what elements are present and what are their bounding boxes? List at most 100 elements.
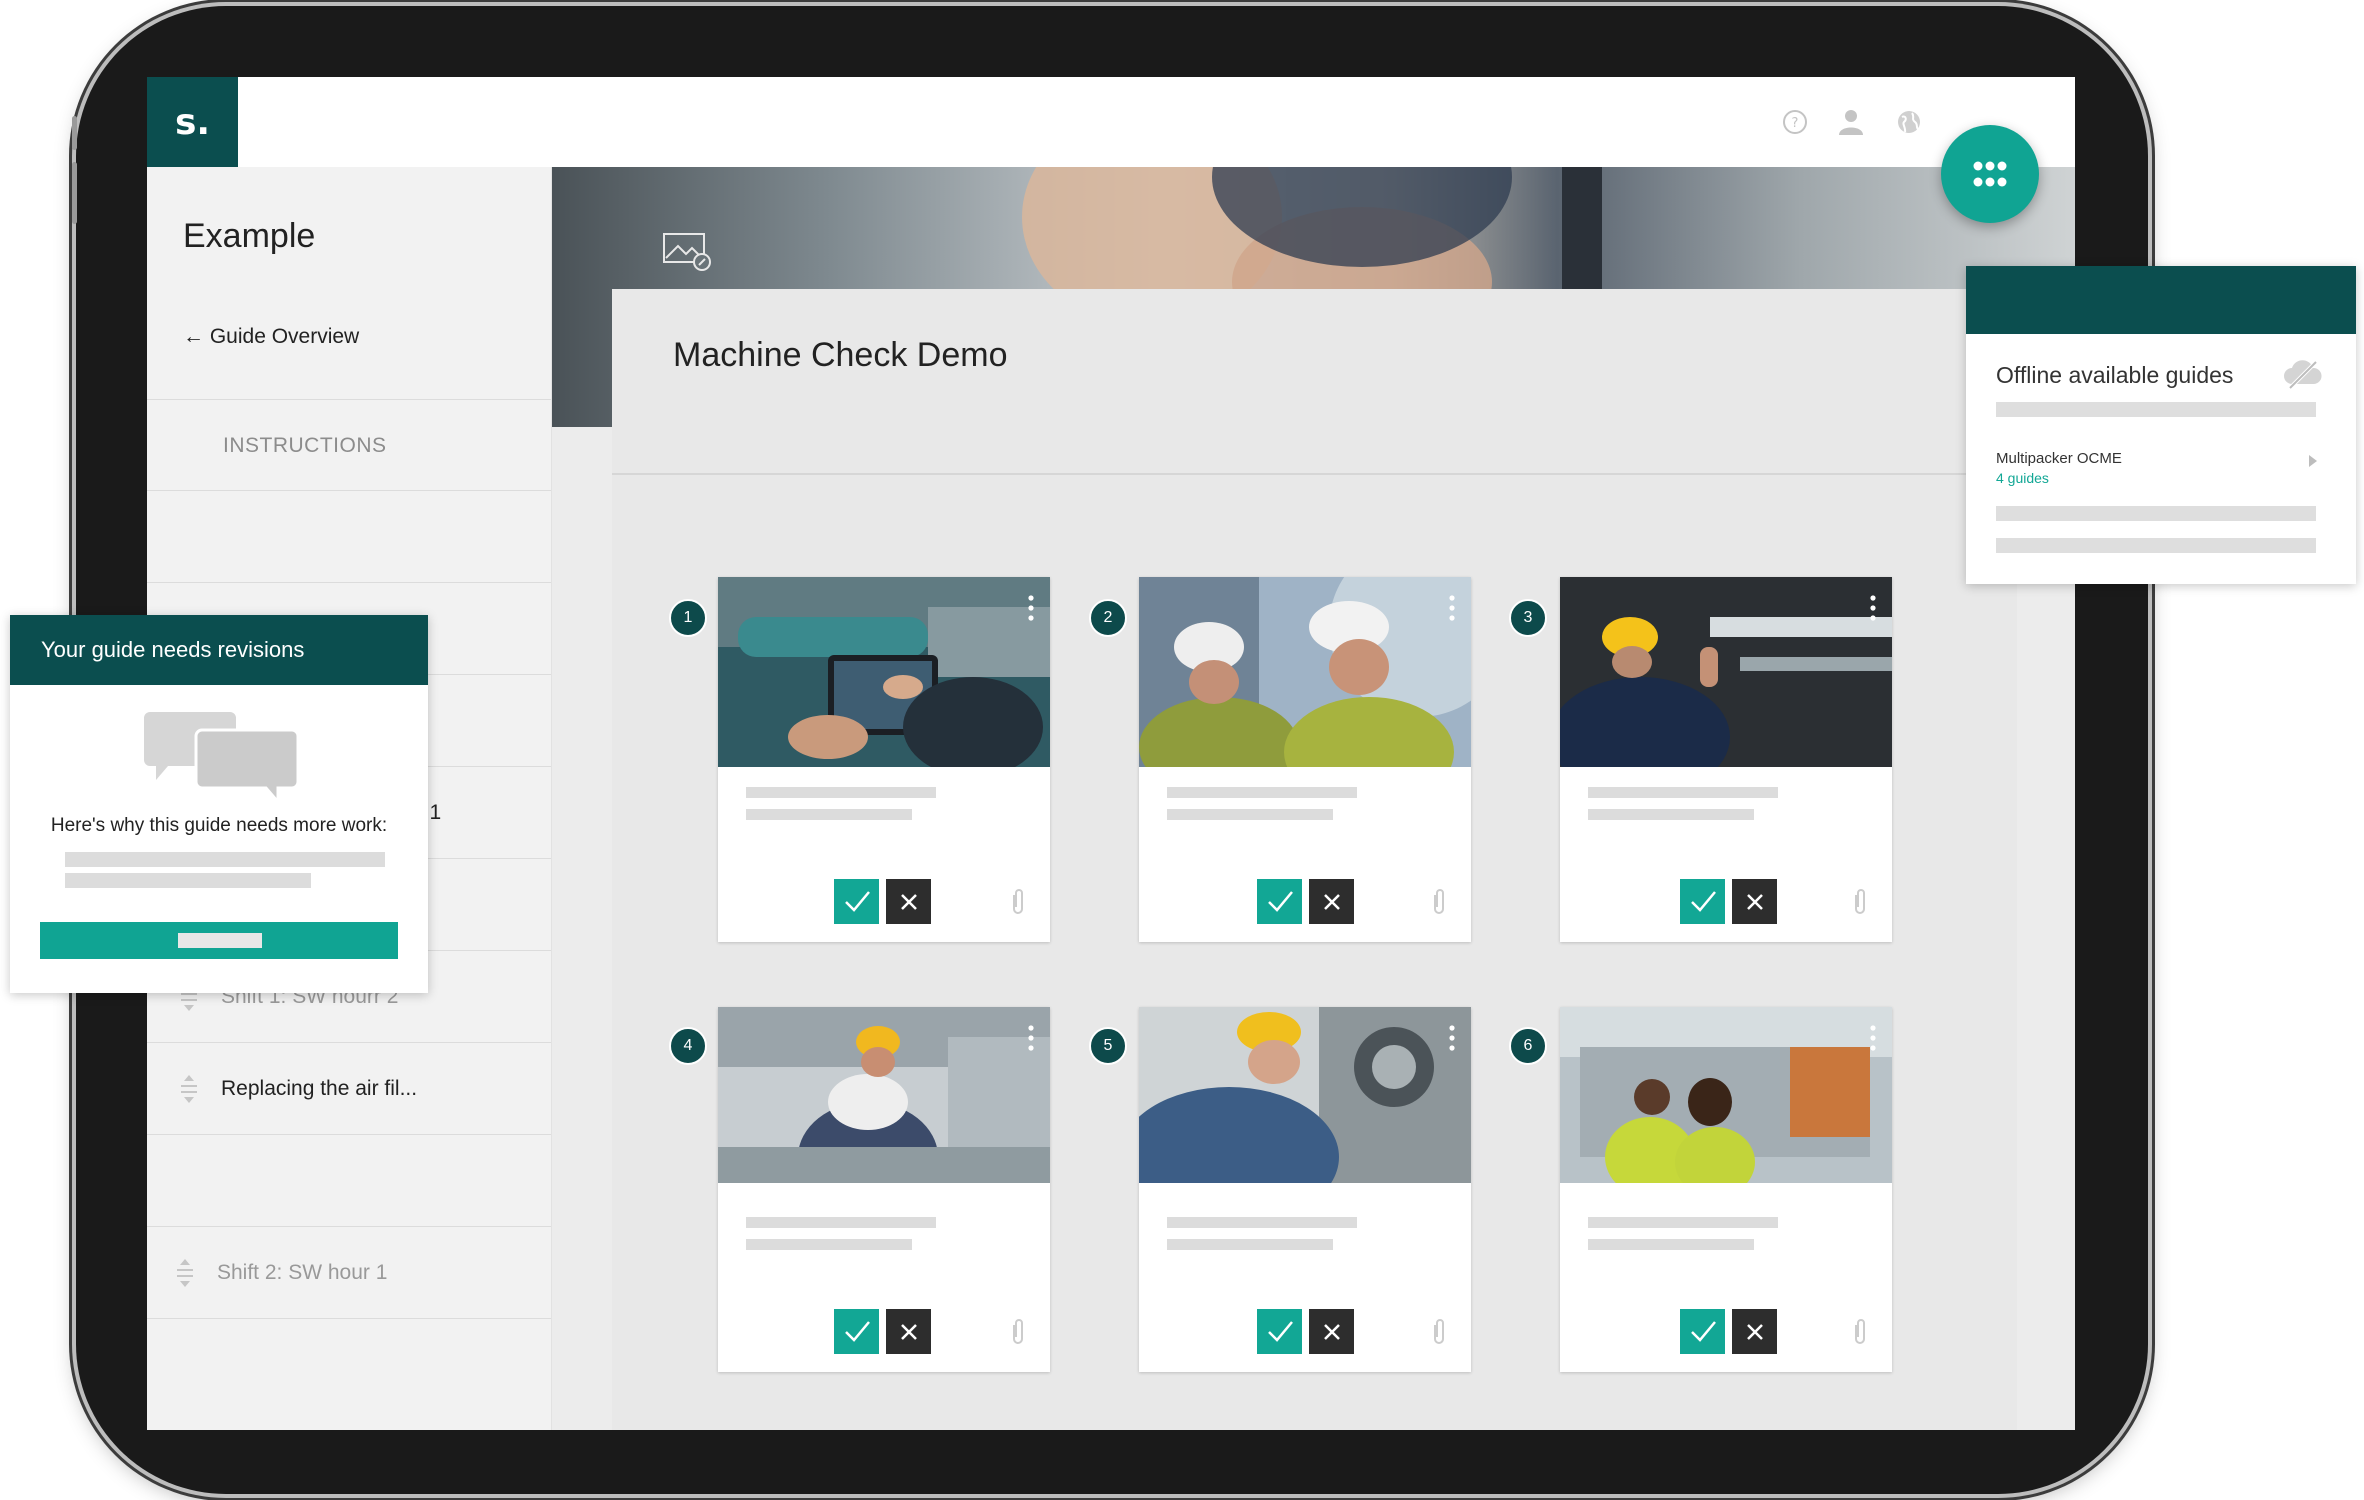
close-icon [1323,893,1340,910]
step-card[interactable] [718,1007,1050,1372]
reject-button[interactable] [1309,1309,1354,1354]
sidebar-item-label: Shift 2: SW hour 1 [217,1261,388,1284]
step-card[interactable] [1560,577,1892,942]
close-icon [900,893,917,910]
apps-grid-icon [1973,161,2007,187]
check-icon [844,1320,870,1342]
sidebar-item[interactable] [147,491,551,583]
check-icon [844,890,870,912]
step-card[interactable] [1560,1007,1892,1372]
placeholder-line [1588,787,1778,798]
placeholder-line [1588,1217,1778,1228]
paperclip-icon[interactable] [1852,1317,1868,1347]
step-number-badge: 1 [669,599,707,637]
close-icon [900,1323,917,1340]
sidebar-item-replacing-air-filter[interactable]: Replacing the air fil... [147,1043,551,1135]
step-card[interactable] [1139,1007,1471,1372]
app-logo[interactable]: s. [147,77,238,167]
panel-title: Your guide needs revisions [41,637,305,662]
offline-guide-name[interactable]: Multipacker OCME [1996,450,2122,467]
placeholder-line [65,873,311,888]
step-photo [1139,577,1471,767]
reject-button[interactable] [886,879,931,924]
step-number-badge: 5 [1089,1027,1127,1065]
reject-button[interactable] [1309,879,1354,924]
approve-button[interactable] [1257,1309,1302,1354]
reject-button[interactable] [1732,1309,1777,1354]
kebab-menu-icon[interactable] [1870,1025,1876,1051]
sidebar-title: Example [183,217,316,255]
globe-icon[interactable] [1893,106,1925,138]
revision-message: Here's why this guide needs more work: [50,815,388,836]
placeholder-line [1167,809,1333,820]
apps-menu-button[interactable] [1941,125,2039,223]
kebab-menu-icon[interactable] [1449,595,1455,621]
section-heading: INSTRUCTIONS [223,434,387,457]
paperclip-icon[interactable] [1431,1317,1447,1347]
step-photo [718,1007,1050,1183]
top-bar: s. ? [147,77,2075,167]
check-icon [1267,890,1293,912]
step-number-badge: 2 [1089,599,1127,637]
placeholder-line [1996,538,2316,553]
placeholder-line [1167,1217,1357,1228]
help-icon[interactable]: ? [1779,106,1811,138]
step-number-badge: 3 [1509,599,1547,637]
revision-action-button[interactable] [40,922,398,959]
approve-button[interactable] [1257,879,1302,924]
check-icon [1690,1320,1716,1342]
placeholder-line [1588,809,1754,820]
kebab-menu-icon[interactable] [1028,595,1034,621]
kebab-menu-icon[interactable] [1028,1025,1034,1051]
sidebar-item[interactable] [147,1135,551,1227]
approve-button[interactable] [1680,1309,1725,1354]
step-photo [1560,1007,1892,1183]
chevron-right-icon[interactable] [2308,454,2318,468]
user-icon[interactable] [1835,106,1867,138]
check-icon [1267,1320,1293,1342]
paperclip-icon[interactable] [1431,887,1447,917]
step-photo [718,577,1050,767]
step-number-badge: 4 [669,1027,707,1065]
step-card[interactable] [1139,577,1471,942]
revision-notice-panel: Your guide needs revisions Here's why th… [10,615,428,993]
kebab-menu-icon[interactable] [1870,595,1876,621]
guide-content: Machine Check Demo 1 2 3 4 5 6 [612,289,2017,1430]
step-number-badge: 6 [1509,1027,1547,1065]
placeholder-line [1167,1239,1333,1250]
approve-button[interactable] [834,1309,879,1354]
paperclip-icon[interactable] [1010,887,1026,917]
cloud-offline-icon [2284,360,2322,390]
button-label-placeholder [178,933,262,948]
placeholder-line [1167,787,1357,798]
step-card[interactable] [718,577,1050,942]
approve-button[interactable] [834,879,879,924]
divider [612,473,2017,475]
sidebar-item-shift2-sw-hour1[interactable]: Shift 2: SW hour 1 [147,1227,551,1319]
reject-button[interactable] [1732,879,1777,924]
image-edit-icon[interactable] [662,232,714,272]
panel-title: Offline available guides [1996,362,2234,388]
placeholder-line [746,1239,912,1250]
placeholder-line [1996,506,2316,521]
step-photo [1560,577,1892,767]
approve-button[interactable] [1680,879,1725,924]
close-icon [1746,1323,1763,1340]
paperclip-icon[interactable] [1852,887,1868,917]
kebab-menu-icon[interactable] [1449,1025,1455,1051]
reject-button[interactable] [886,1309,931,1354]
placeholder-line [746,809,912,820]
svg-text:?: ? [1792,116,1799,131]
step-photo [1139,1007,1471,1183]
drag-handle-icon[interactable] [175,1257,195,1289]
placeholder-line [746,1217,936,1228]
app-screen: s. ? Example ← Guide Overview INSTRUCTIO… [147,77,2075,1430]
paperclip-icon[interactable] [1010,1317,1026,1347]
offline-guides-panel: Offline available guides Multipacker OCM… [1966,266,2356,584]
guide-overview-link[interactable]: ← Guide Overview [183,325,359,349]
placeholder-line [1996,402,2316,417]
drag-handle-icon[interactable] [179,1073,199,1105]
panel-header: Your guide needs revisions [10,615,428,685]
panel-header [1966,266,2356,334]
close-icon [1746,893,1763,910]
